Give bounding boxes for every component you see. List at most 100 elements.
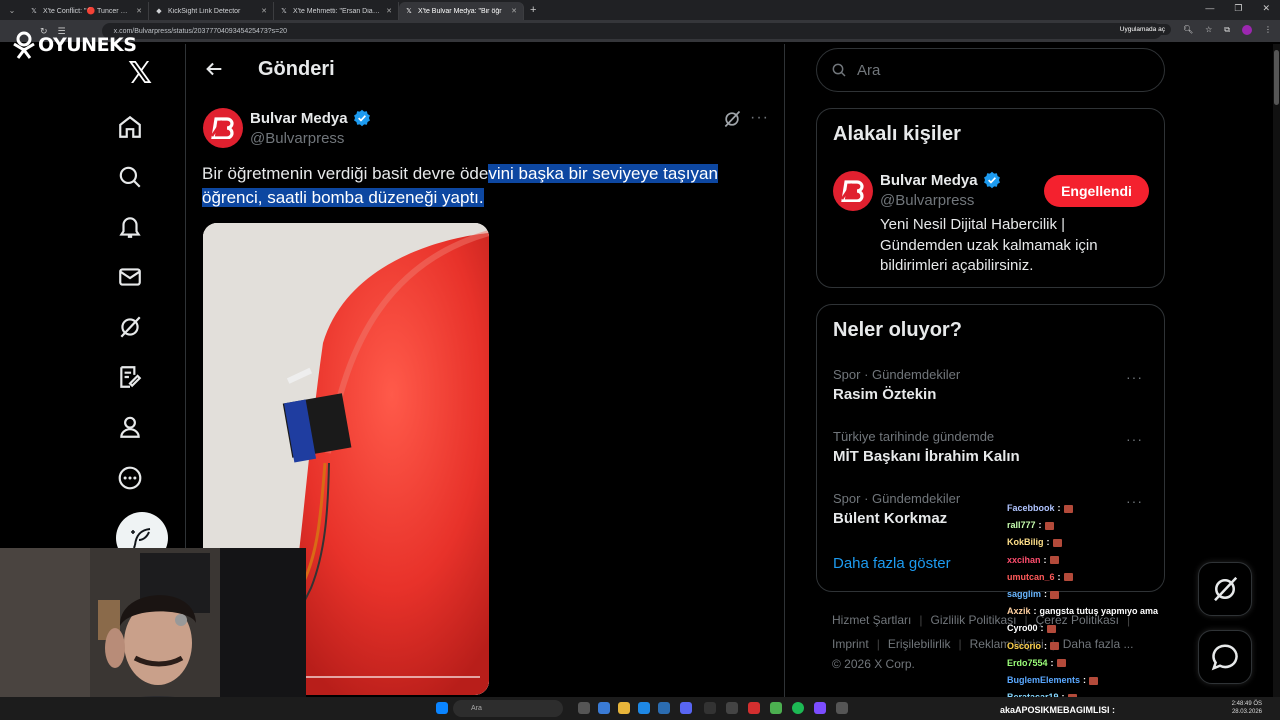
chat-emote-icon [1052,539,1062,547]
show-more-link[interactable]: Daha fazla göster [833,555,951,572]
browser-tab-1[interactable]: 𝕏 X'te Conflict: "🔴 Tuncer Bakırh ✕ [24,2,149,20]
scrollbar-thumb[interactable] [1274,50,1279,105]
tab-close-icon[interactable]: ✕ [136,7,142,15]
scrollbar-track[interactable] [1273,44,1280,697]
chat-message: xxcihan : [1007,552,1197,569]
app-icon[interactable] [836,702,848,714]
post-more-icon[interactable]: ··· [750,109,769,127]
footer-link[interactable]: Hizmet Şartları [832,613,911,627]
chat-username: Cyro00 [1007,623,1038,634]
zoom-icon[interactable]: 🔍︎ [1183,25,1193,34]
profile-icon[interactable] [117,414,143,440]
chat-username: BuglemElements [1007,675,1081,686]
trend-item[interactable]: Türkiye tarihinde gündemde MİT Başkanı İ… [833,429,1151,465]
tab-close-icon[interactable]: ✕ [511,7,517,15]
app-icon[interactable] [814,702,826,714]
trend-more-icon[interactable]: ··· [1126,431,1143,447]
trend-item[interactable]: Spor · Gündemdekiler Rasim Öztekin ··· [833,367,1151,403]
chat-message: Erdo7554 : [1007,655,1197,672]
discord-icon[interactable] [680,702,692,714]
messages-floating-button[interactable] [1198,630,1252,684]
x-logo-icon[interactable]: 𝕏 [128,56,152,91]
explorer-icon[interactable] [598,702,610,714]
chat-message: BuglemElements : [1007,672,1197,689]
app-icon[interactable] [748,702,760,714]
browser-tab-4[interactable]: 𝕏 X'te Bulvar Medya: "Bir öğr ✕ [399,2,524,20]
new-tab-button[interactable]: + [530,4,536,16]
footer-link[interactable]: Gizlilik Politikası [930,613,1016,627]
blocked-button[interactable]: Engellendi [1044,175,1149,207]
edit-list-icon[interactable] [117,364,143,390]
author-handle[interactable]: @Bulvarpress [250,130,344,147]
verified-badge-icon [353,109,370,127]
edge-icon[interactable] [638,702,650,714]
chat-emote-icon [1044,521,1054,530]
task-view-icon[interactable] [578,702,590,714]
app-icon[interactable] [770,702,782,714]
chat-username: rall777 [1007,520,1036,531]
stream-chat-overlay: Facebbook : rall777 : KokBilig : xxcihan :u… [1007,500,1197,706]
related-name[interactable]: Bulvar Medya [880,171,1001,189]
more-icon[interactable] [117,465,143,491]
related-title: Alakalı kişiler [833,123,961,145]
menu-dots-icon[interactable]: ⋮ [1264,25,1272,34]
oyuneks-mark-icon [13,31,35,59]
footer-link[interactable]: Erişilebilirlik [888,637,951,651]
related-handle[interactable]: @Bulvarpress [880,192,974,209]
search-input[interactable]: Ara [857,62,880,79]
tab-close-icon[interactable]: ✕ [261,7,267,15]
start-button-icon[interactable] [436,702,448,714]
chat-emote-icon [1063,573,1073,582]
trend-more-icon[interactable]: ··· [1126,369,1143,385]
open-in-app-button[interactable]: Uygulamada aç [1113,24,1171,35]
bell-icon[interactable] [117,214,143,240]
minimize-icon[interactable]: — [1205,3,1214,14]
chat-text: gangsta tutuş yapmıyo ama [1039,606,1159,617]
chat-username: Oscorio [1007,640,1042,651]
chat-username: sagglim [1007,589,1042,600]
close-window-icon[interactable]: ✕ [1262,3,1270,14]
verified-badge-icon [983,171,1000,189]
taskbar-search[interactable]: Ara [453,700,563,717]
app-icon[interactable] [704,702,716,714]
chrome-icon[interactable] [618,702,630,714]
author-avatar[interactable] [203,108,243,148]
chat-username: Erdo7554 [1007,657,1048,668]
related-bio: Yeni Nesil Dijital Habercilik | Gündemde… [880,216,1098,274]
footer-link[interactable]: Imprint [832,637,869,651]
author-name[interactable]: Bulvar Medya [250,109,371,127]
browser-tabbar: ⌄ 𝕏 X'te Conflict: "🔴 Tuncer Bakırh ✕ ◆ Kic… [0,0,1280,20]
chat-emote-icon [1056,659,1066,668]
back-arrow-icon[interactable] [203,58,225,80]
bookmark-star-icon[interactable]: ☆ [1205,25,1212,34]
browser-tab-3[interactable]: 𝕏 X'te Mehmetti: "Ersan Diamond ✕ [274,2,399,20]
grok-floating-button[interactable] [1198,562,1252,616]
app-icon[interactable] [658,702,670,714]
search-icon[interactable] [117,164,143,190]
home-icon[interactable] [117,114,143,140]
search-box[interactable]: Ara [816,48,1165,92]
spotify-icon[interactable] [792,702,804,714]
chat-username: umutcan_6 [1007,571,1055,582]
address-bar[interactable]: x.com/Bulvarpress/status/203777040934542… [101,23,1162,39]
video-progress-bar[interactable] [305,676,480,678]
grok-icon[interactable] [117,314,143,340]
tab-menu-icon[interactable]: ⌄ [0,6,24,15]
tab-close-icon[interactable]: ✕ [386,7,392,15]
profile-avatar-icon[interactable] [1242,24,1252,35]
grok-explain-icon[interactable] [722,109,742,129]
chat-message: Facebbook : [1007,500,1197,517]
extensions-icon[interactable]: ⧉ [1224,25,1230,35]
chat-message: Oscorio : [1007,638,1197,655]
mail-icon[interactable] [117,264,143,290]
taskbar-clock[interactable]: 2:48:49 ÖS 28.03.2026 [1232,700,1262,716]
related-avatar[interactable] [833,171,873,211]
chat-username: Facebbook [1007,503,1055,513]
restore-icon[interactable]: ❐ [1234,3,1242,14]
kicksight-favicon-icon: ◆ [156,8,162,15]
browser-tab-2[interactable]: ◆ KickSight Link Detector ✕ [149,2,274,20]
chat-message: umutcan_6 : [1007,569,1197,586]
app-icon[interactable] [726,702,738,714]
related-people-card: Alakalı kişiler Bulvar Medya @Bulvarpres… [816,108,1165,288]
chat-emote-icon [1089,676,1099,685]
